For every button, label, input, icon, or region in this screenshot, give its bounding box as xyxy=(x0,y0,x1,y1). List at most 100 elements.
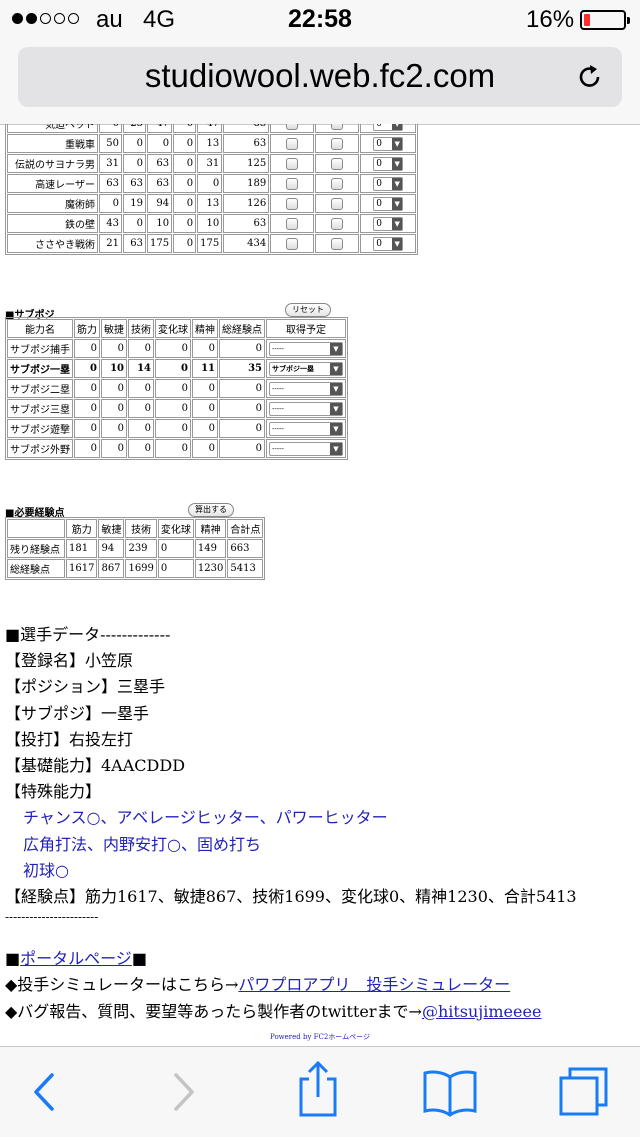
skill-value: 63 xyxy=(123,234,146,253)
checkbox-cell xyxy=(270,214,315,233)
table-row: 残り経験点 181 94 239 0 149 663 xyxy=(7,539,264,558)
reset-button[interactable]: リセット xyxy=(285,303,331,317)
subpos-value: 0 xyxy=(192,379,218,398)
column-header: 技術 xyxy=(125,519,157,538)
subpos-value: 0 xyxy=(219,379,265,398)
exp-value: 94 xyxy=(98,539,125,558)
player-throw-bat: 【投打】右投左打 xyxy=(5,729,134,749)
exp-value: 1230 xyxy=(194,559,227,578)
exp-row-name: 総経験点 xyxy=(7,559,65,578)
bookmarks-icon[interactable] xyxy=(405,1047,495,1137)
skill-name: 高速レーザー xyxy=(7,174,98,193)
exp-row-name: 残り経験点 xyxy=(7,539,65,558)
subpos-name: サブポジ一塁 xyxy=(7,359,73,378)
exp-value: 867 xyxy=(98,559,125,578)
subpos-value: 0 xyxy=(128,339,154,358)
subpos-value: 0 xyxy=(74,399,100,418)
subpos-value: 0 xyxy=(219,399,265,418)
address-bar[interactable]: studiowool.web.fc2.com xyxy=(18,47,622,107)
skill-checkbox[interactable] xyxy=(331,217,344,230)
divider: ----------------------- xyxy=(5,910,99,925)
select-cell: ----- xyxy=(266,399,346,418)
twitter-link[interactable]: @hitsujimeeee xyxy=(422,1002,542,1021)
level-select[interactable]: 0 xyxy=(373,216,404,231)
column-header: 変化球 xyxy=(155,319,191,338)
table-row: 高速レーザー 63 63 63 0 0 189 0 xyxy=(7,174,417,193)
level-select[interactable]: 0 xyxy=(373,236,404,251)
pitcher-link[interactable]: パワプロアプリ 投手シミュレーター xyxy=(238,975,510,994)
column-header: 取得予定 xyxy=(266,319,346,338)
level-select[interactable]: 0 xyxy=(373,124,404,131)
checkbox-cell xyxy=(270,134,315,153)
subpos-value: 0 xyxy=(101,399,127,418)
skill-checkbox[interactable] xyxy=(331,137,344,150)
column-header: 能力名 xyxy=(7,319,73,338)
portal-link[interactable]: ポータルページ xyxy=(20,949,132,968)
skill-value: 63 xyxy=(147,154,173,173)
bug-prefix: ◆バグ報告、質問、要望等あったら製作者のtwitterまで→ xyxy=(5,1001,422,1021)
skill-checkbox[interactable] xyxy=(286,237,299,250)
table-row: サブポジ遊撃 0 0 0 0 0 0 ----- xyxy=(7,419,346,438)
acquire-select[interactable]: ----- xyxy=(269,441,343,456)
subpos-value: 0 xyxy=(101,379,127,398)
acquire-select[interactable]: ----- xyxy=(269,401,343,416)
column-header: 筋力 xyxy=(66,519,98,538)
acquire-select[interactable]: ----- xyxy=(269,381,343,396)
skill-checkbox[interactable] xyxy=(286,177,299,190)
skill-checkbox[interactable] xyxy=(331,237,344,250)
calculate-button[interactable]: 算出する xyxy=(188,503,234,517)
level-select[interactable]: 0 xyxy=(373,136,404,151)
select-cell: 0 xyxy=(360,154,417,173)
column-header: 合計点 xyxy=(227,519,264,538)
battery-nub xyxy=(627,17,630,24)
checkbox-cell xyxy=(270,124,315,133)
column-header: 技術 xyxy=(128,319,154,338)
skill-checkbox[interactable] xyxy=(331,177,344,190)
skill-value: 126 xyxy=(223,194,270,213)
skill-value: 434 xyxy=(223,234,270,253)
skill-checkbox[interactable] xyxy=(286,124,299,130)
skill-checkbox[interactable] xyxy=(331,157,344,170)
exp-value: 663 xyxy=(227,539,264,558)
url-text[interactable]: studiowool.web.fc2.com xyxy=(18,57,622,95)
skill-checkbox[interactable] xyxy=(286,217,299,230)
skill-checkbox[interactable] xyxy=(331,197,344,210)
exp-table: 筋力 敏捷 技術 変化球 精神 合計点 残り経験点 181 94 239 0 149 663 総経験点 1… xyxy=(5,517,266,580)
skill-checkbox[interactable] xyxy=(331,124,344,130)
skill-value: 63 xyxy=(123,174,146,193)
skill-value: 0 xyxy=(197,174,223,193)
level-select[interactable]: 0 xyxy=(373,176,404,191)
skill-value: 0 xyxy=(99,124,122,133)
subpos-value: 0 xyxy=(128,399,154,418)
level-select[interactable]: 0 xyxy=(373,156,404,171)
skill-checkbox[interactable] xyxy=(286,197,299,210)
acquire-select[interactable]: ----- xyxy=(269,421,343,436)
level-select[interactable]: 0 xyxy=(373,196,404,211)
forward-icon[interactable] xyxy=(138,1047,228,1137)
skill-value: 0 xyxy=(99,194,122,213)
back-icon[interactable] xyxy=(0,1047,90,1137)
skill-checkbox[interactable] xyxy=(286,157,299,170)
acquire-select[interactable]: サブポジ一塁 xyxy=(269,361,343,376)
reload-icon[interactable] xyxy=(576,63,604,91)
table-row: 気迫ヘッド02547047830 xyxy=(7,124,417,133)
skill-value: 13 xyxy=(197,194,223,213)
tabs-icon[interactable] xyxy=(540,1047,630,1137)
select-cell: 0 xyxy=(360,214,417,233)
subpos-value: 0 xyxy=(192,439,218,458)
acquire-select[interactable]: ----- xyxy=(269,341,343,356)
table-row: 重戦車 50 0 0 0 13 63 0 xyxy=(7,134,417,153)
skill-value: 0 xyxy=(173,234,197,253)
portal-row: ■ポータルページ■ xyxy=(5,946,635,972)
subpos-value: 0 xyxy=(155,339,191,358)
subpos-name: サブポジ外野 xyxy=(7,439,73,458)
select-cell: 0 xyxy=(360,234,417,253)
subpos-value: 0 xyxy=(128,419,154,438)
battery-percent: 16% xyxy=(526,6,575,33)
subpos-value: 0 xyxy=(192,339,218,358)
share-icon[interactable] xyxy=(273,1047,363,1137)
checkbox-cell xyxy=(270,174,315,193)
powered-by-link[interactable]: Powered by FC2ホームページ xyxy=(0,1032,640,1042)
skill-checkbox[interactable] xyxy=(286,137,299,150)
subpos-table: 能力名 筋力 敏捷 技術 変化球 精神 総経験点 取得予定 サブポジ捕手 0 0 0 0 0 0 -----… xyxy=(5,317,348,460)
